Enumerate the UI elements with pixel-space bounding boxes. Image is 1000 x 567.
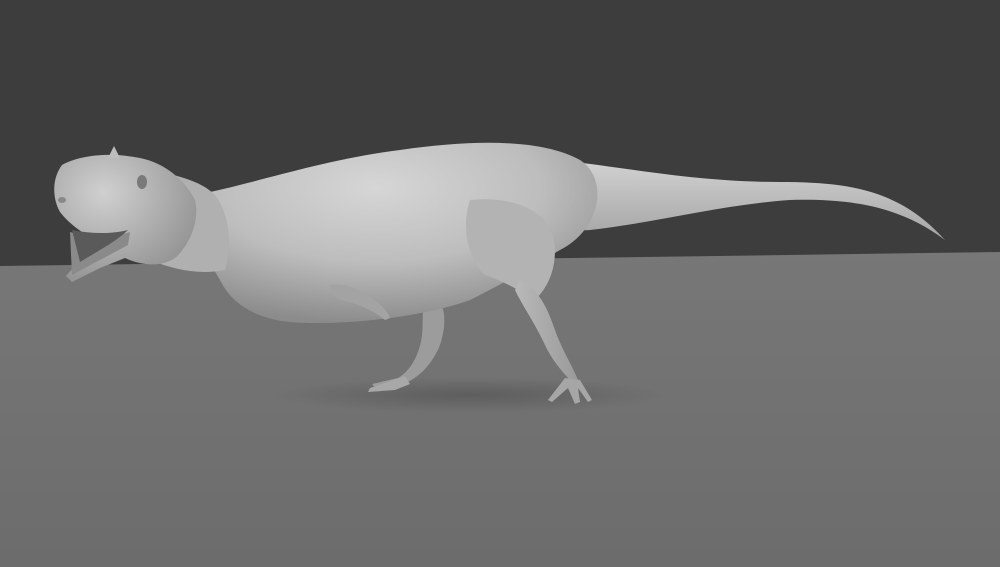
3d-viewport[interactable]	[0, 0, 1000, 567]
nostril	[58, 197, 66, 203]
ground-shadow	[270, 377, 670, 413]
eye	[137, 175, 147, 189]
render-canvas	[0, 0, 1000, 567]
